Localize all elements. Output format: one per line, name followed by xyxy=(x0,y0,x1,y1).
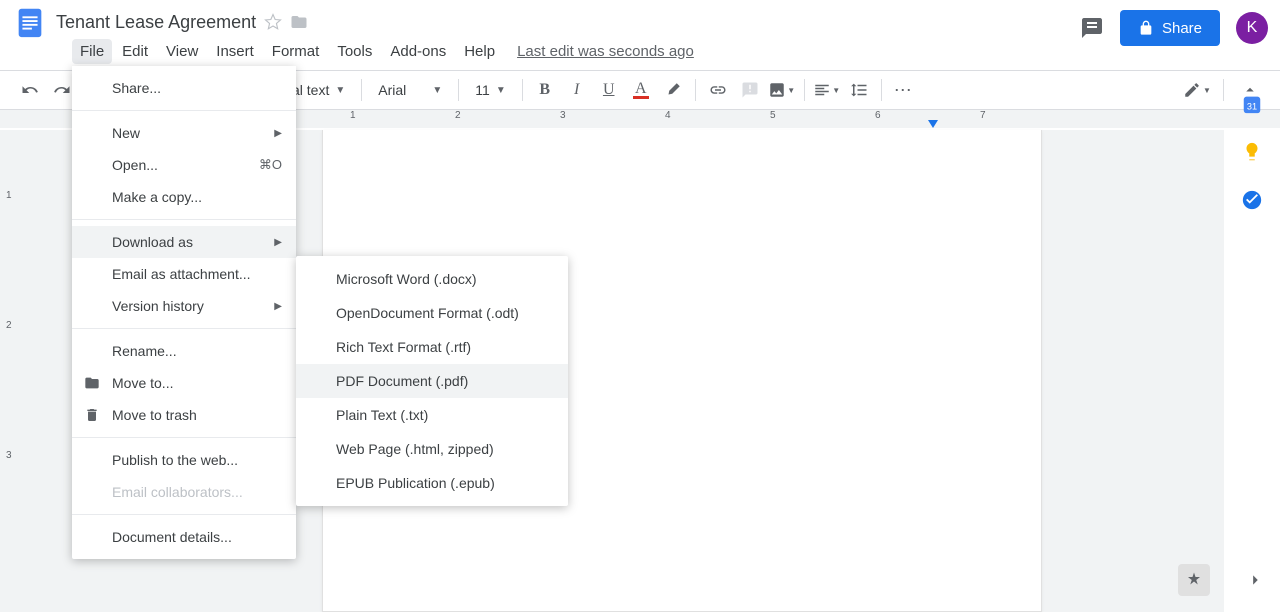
image-button[interactable]: ▼ xyxy=(768,76,796,104)
chevron-down-icon: ▼ xyxy=(335,85,345,96)
menu-email-attachment[interactable]: Email as attachment... xyxy=(72,258,296,290)
download-rtf[interactable]: Rich Text Format (.rtf) xyxy=(296,330,568,364)
download-pdf[interactable]: PDF Document (.pdf) xyxy=(296,364,568,398)
folder-icon[interactable] xyxy=(290,13,308,31)
vertical-ruler[interactable]: 1 2 3 xyxy=(0,130,22,612)
file-dropdown: Share... New▶ Open...⌘O Make a copy... D… xyxy=(72,66,296,559)
folder-icon xyxy=(84,375,100,391)
explore-button[interactable] xyxy=(1178,564,1210,596)
svg-text:31: 31 xyxy=(1247,102,1257,112)
highlight-button[interactable] xyxy=(659,76,687,104)
download-submenu: Microsoft Word (.docx) OpenDocument Form… xyxy=(296,256,568,506)
menu-download-as[interactable]: Download as▶ xyxy=(72,226,296,258)
ruler-marker[interactable] xyxy=(928,120,938,128)
document-title[interactable]: Tenant Lease Agreement xyxy=(56,12,256,33)
align-button[interactable]: ▼ xyxy=(813,76,841,104)
italic-button[interactable]: I xyxy=(563,76,591,104)
chevron-right-icon: ▶ xyxy=(274,301,282,312)
font-select[interactable]: Arial▼ xyxy=(370,82,450,98)
chevron-right-icon: ▶ xyxy=(274,128,282,139)
text-color-button[interactable]: A xyxy=(627,76,655,104)
menu-publish[interactable]: Publish to the web... xyxy=(72,444,296,476)
avatar[interactable]: K xyxy=(1236,12,1268,44)
download-odt[interactable]: OpenDocument Format (.odt) xyxy=(296,296,568,330)
menu-make-copy[interactable]: Make a copy... xyxy=(72,181,296,213)
menu-view[interactable]: View xyxy=(158,39,206,64)
download-html[interactable]: Web Page (.html, zipped) xyxy=(296,432,568,466)
menu-edit[interactable]: Edit xyxy=(114,39,156,64)
menu-move-to-trash[interactable]: Move to trash xyxy=(72,399,296,431)
menu-rename[interactable]: Rename... xyxy=(72,335,296,367)
comments-icon[interactable] xyxy=(1080,16,1104,40)
chevron-right-icon: ▶ xyxy=(274,237,282,248)
spacing-button[interactable] xyxy=(845,76,873,104)
menu-file[interactable]: File xyxy=(72,39,112,64)
chevron-down-icon: ▼ xyxy=(496,85,506,96)
share-label: Share xyxy=(1162,20,1202,37)
menu-version-history[interactable]: Version history▶ xyxy=(72,290,296,322)
menu-share[interactable]: Share... xyxy=(72,72,296,104)
size-select[interactable]: 11▼ xyxy=(467,82,513,98)
last-edit-link[interactable]: Last edit was seconds ago xyxy=(517,43,694,60)
menu-email-collaborators: Email collaborators... xyxy=(72,476,296,508)
download-epub[interactable]: EPUB Publication (.epub) xyxy=(296,466,568,500)
menu-addons[interactable]: Add-ons xyxy=(382,39,454,64)
menu-format[interactable]: Format xyxy=(264,39,328,64)
link-button[interactable] xyxy=(704,76,732,104)
star-icon[interactable] xyxy=(264,13,282,31)
chevron-down-icon: ▼ xyxy=(432,85,442,96)
menu-new[interactable]: New▶ xyxy=(72,117,296,149)
download-docx[interactable]: Microsoft Word (.docx) xyxy=(296,262,568,296)
menu-open[interactable]: Open...⌘O xyxy=(72,149,296,181)
menu-insert[interactable]: Insert xyxy=(208,39,262,64)
share-button[interactable]: Share xyxy=(1120,10,1220,46)
trash-icon xyxy=(84,407,100,423)
menu-tools[interactable]: Tools xyxy=(329,39,380,64)
menu-move-to[interactable]: Move to... xyxy=(72,367,296,399)
bold-button[interactable]: B xyxy=(531,76,559,104)
side-panel: 31 xyxy=(1224,80,1280,212)
menu-document-details[interactable]: Document details... xyxy=(72,521,296,553)
underline-button[interactable]: U xyxy=(595,76,623,104)
docs-logo[interactable] xyxy=(12,4,48,40)
keep-icon[interactable] xyxy=(1240,140,1264,164)
editing-mode-button[interactable]: ▼ xyxy=(1183,76,1211,104)
undo-button[interactable] xyxy=(16,76,44,104)
side-expand-icon[interactable] xyxy=(1244,569,1266,594)
comment-button[interactable] xyxy=(736,76,764,104)
more-button[interactable]: ⋯ xyxy=(890,76,918,104)
lock-icon xyxy=(1138,20,1154,36)
download-txt[interactable]: Plain Text (.txt) xyxy=(296,398,568,432)
tasks-icon[interactable] xyxy=(1240,188,1264,212)
calendar-icon[interactable]: 31 xyxy=(1240,92,1264,116)
menu-help[interactable]: Help xyxy=(456,39,503,64)
